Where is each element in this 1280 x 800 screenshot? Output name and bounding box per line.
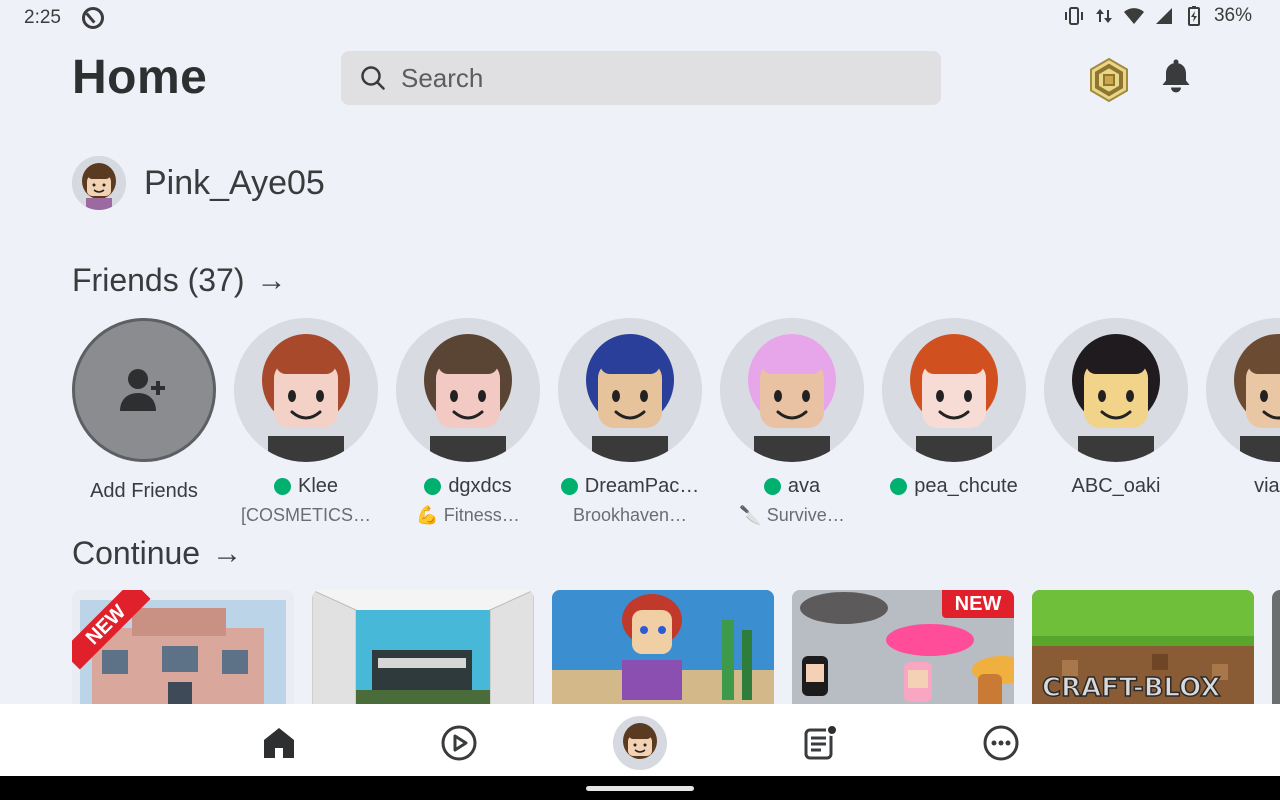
friend-status: 💪 Fitness… [416,505,520,525]
status-bar: 2:25 36% [0,0,1280,36]
game-tile-new-room[interactable]: NEW [792,590,1014,704]
friend-name-row: Klee [234,475,378,498]
friends-heading-label: Friends (37) [72,262,245,298]
search-input[interactable] [401,62,901,94]
chat-icon [804,724,838,760]
friend-name: ABC_oaki [1071,475,1161,497]
game-tile-mermaid[interactable] [552,590,774,704]
avatar [613,716,667,770]
friend-name: DreamPac… [584,475,700,497]
friend-name: ava [787,475,821,497]
online-status-dot [763,478,781,495]
battery-icon [1187,6,1200,26]
game-tile-house[interactable] [312,590,534,704]
friend-name-row: pea_chcute [882,475,1026,498]
friend-item[interactable]: Klee [COSMETICS… [234,318,378,526]
nav-discover-button[interactable] [432,716,486,770]
arrow-right-icon: → [256,263,287,297]
nav-home-button[interactable] [252,716,306,770]
friend-name: pea_chcute [914,475,1018,497]
vibrate-icon [1064,7,1083,25]
game-tile-partial[interactable] [1272,590,1280,704]
friend-item[interactable]: ava 🔪 Survive… [720,318,864,526]
play-icon [441,725,477,761]
wifi-icon [1123,8,1144,24]
friend-status: 🔪 Survive… [739,505,845,525]
signal-icon [1155,8,1172,24]
robux-icon[interactable] [1086,57,1132,103]
friend-item[interactable]: DreamPac… Brookhaven… [558,318,702,526]
home-icon [264,728,294,758]
nav-chat-button[interactable] [793,716,847,770]
game-thumbnail [552,590,774,704]
add-friends-button[interactable]: Add Friends [72,318,216,503]
game-tile-mansion[interactable]: NEW [72,590,294,704]
search-bar[interactable] [341,51,941,105]
friend-avatar [396,318,540,462]
friend-avatar [558,318,702,462]
friend-item[interactable]: pea_chcute [882,318,1026,498]
home-gesture-bar[interactable] [586,786,694,791]
system-nav-bar [0,776,1280,800]
friends-heading[interactable]: Friends (37) → [72,262,287,299]
friend-item[interactable]: dgxdcs 💪 Fitness… [396,318,540,526]
user-profile-row[interactable]: Pink_Aye05 [72,156,325,210]
new-badge: NEW [942,590,1014,618]
app-notification-icon [82,7,104,29]
friend-avatar [720,318,864,462]
friend-item[interactable]: viana [1206,318,1280,498]
game-tile-craft-blox[interactable]: CRAFT-BLOX [1032,590,1254,704]
add-friend-circle [72,318,216,462]
friend-status: Brookhaven… [572,505,688,525]
battery-percent: 36% [1213,5,1252,26]
friend-avatar [882,318,1026,462]
continue-carousel[interactable]: NEW NEW CRAFT-BLOX [72,590,1280,704]
game-thumbnail [312,590,534,704]
friend-item[interactable]: ABC_oaki [1044,318,1188,498]
data-arrows-icon [1095,9,1112,23]
game-thumbnail: CRAFT-BLOX [1032,590,1254,704]
nav-avatar-button[interactable] [613,716,667,770]
friend-status: [COSMETICS… [240,505,371,525]
page-title: Home [72,51,208,104]
friend-name-row: ABC_oaki [1044,475,1188,498]
friend-name: Klee [297,475,339,497]
arrow-right-icon: → [212,536,243,570]
friend-name-row: DreamPac… [558,475,702,498]
add-user-icon [120,369,165,411]
friend-avatar [1044,318,1188,462]
friend-avatar [1206,318,1280,462]
nav-more-button[interactable] [974,716,1028,770]
friend-name-row: viana [1206,475,1280,498]
continue-heading-label: Continue [72,535,201,571]
friends-carousel[interactable]: Add Friends Klee [COSMETICS… dgxdcs 💪 Fitne… [72,318,1280,528]
friend-avatar [234,318,378,462]
online-status-dot [424,478,442,495]
online-status-dot [273,478,291,495]
status-time: 2:25 [24,7,61,28]
svg-text:CRAFT-BLOX: CRAFT-BLOX [1042,673,1220,703]
friend-name: dgxdcs [448,475,512,497]
online-status-dot [890,478,908,495]
friend-name: viana [1254,475,1280,497]
friend-name-row: dgxdcs [396,475,540,498]
bottom-navigation [0,704,1280,776]
notification-bell-icon[interactable] [1156,58,1196,98]
friend-name-row: ava [720,475,864,498]
avatar [72,156,126,210]
online-status-dot [560,478,578,495]
search-icon [361,66,385,90]
username: Pink_Aye05 [144,163,325,202]
add-friends-label: Add Friends [90,480,198,502]
continue-heading[interactable]: Continue → [72,535,242,572]
more-icon [983,725,1019,761]
